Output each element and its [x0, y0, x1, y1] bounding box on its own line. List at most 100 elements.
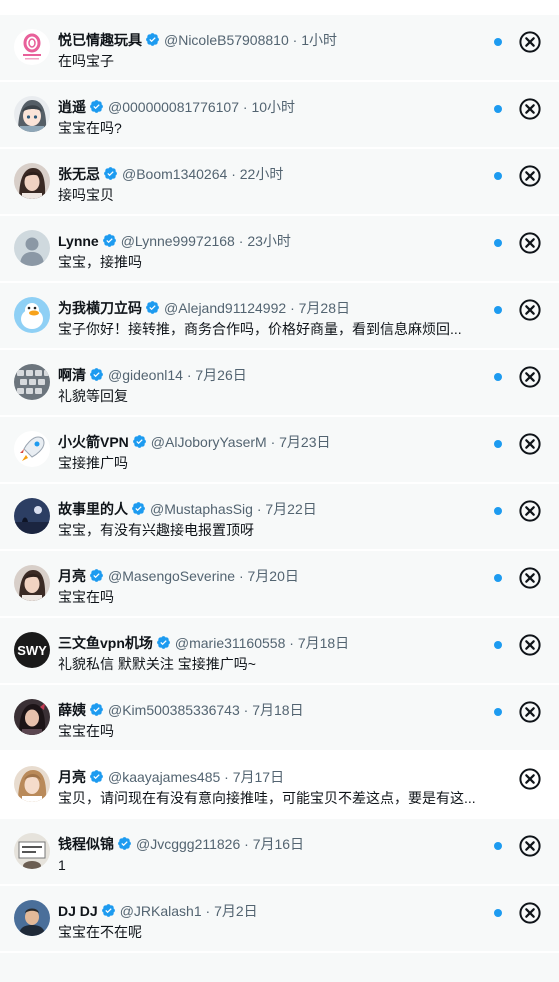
dismiss-button[interactable] [519, 835, 541, 857]
separator-dot: · [289, 635, 294, 651]
unread-indicator-icon [494, 239, 502, 247]
sender-handle: @Alejand91124992 [164, 300, 287, 316]
sender-handle: @000000081776107 [108, 99, 240, 115]
message-time: 7月2日 [214, 903, 258, 919]
message-time: 7月18日 [252, 702, 304, 718]
conversation-row[interactable]: DJ DJ @JRKalash1 · 7月2日 宝宝在不在呢 [0, 886, 559, 953]
separator-dot: · [224, 769, 229, 785]
avatar[interactable] [14, 498, 50, 534]
sender-line: 薛姨 @Kim500385336743 · 7月18日 [58, 700, 479, 720]
unread-indicator-icon [494, 641, 502, 649]
dismiss-button[interactable] [519, 567, 541, 589]
close-icon [519, 232, 541, 254]
sender-name[interactable]: Lynne [58, 233, 99, 249]
avatar[interactable] [14, 565, 50, 601]
separator-dot: · [186, 367, 192, 383]
dismiss-button[interactable] [519, 768, 541, 790]
avatar[interactable] [14, 96, 50, 132]
sender-name[interactable]: 为我横刀立码 [58, 300, 142, 316]
sender-line: DJ DJ @JRKalash1 · 7月2日 [58, 901, 479, 921]
message-time: 1小时 [301, 32, 337, 48]
conversation-row[interactable]: 逍遥 @000000081776107 · 10小时 宝宝在吗? [0, 82, 559, 149]
avatar[interactable] [14, 900, 50, 936]
dismiss-button[interactable] [519, 98, 541, 120]
sender-name[interactable]: 钱程似锦 [58, 836, 114, 852]
conversation-row[interactable]: 张无忌 @Boom1340264 · 22小时 接吗宝贝 [0, 149, 559, 216]
dismiss-button[interactable] [519, 366, 541, 388]
message-preview: 宝宝在吗? [58, 120, 122, 136]
unread-indicator-icon [494, 105, 502, 113]
sender-handle: @Boom1340264 [122, 166, 228, 182]
message-preview: 宝宝在不在呢 [58, 924, 142, 940]
dismiss-button[interactable] [519, 701, 541, 723]
conversation-row[interactable]: 故事里的人 @MustaphasSig · 7月22日 宝宝，有没有兴趣接电报置… [0, 484, 559, 551]
conversation-row[interactable]: 啊清 @gideonl14 · 7月26日 礼貌等回复 [0, 350, 559, 417]
conversation-row[interactable]: 钱程似锦 @Jvcggg211826 · 7月16日 1 [0, 819, 559, 886]
conversation-row[interactable]: 小火箭VPN @AlJoboryYaserM · 7月23日 宝接推广吗 [0, 417, 559, 484]
avatar[interactable] [14, 833, 50, 869]
dismiss-button[interactable] [519, 232, 541, 254]
sender-name[interactable]: 薛姨 [58, 702, 86, 718]
separator-dot: · [238, 568, 244, 584]
separator-dot: · [256, 501, 262, 517]
message-preview: 礼貌等回复 [58, 388, 128, 404]
conversation-row[interactable]: 悦已情趣玩具 @NicoleB57908810 · 1小时 在吗宝子 [0, 15, 559, 82]
message-preview: 宝宝在吗 [58, 723, 114, 739]
dismiss-button[interactable] [519, 299, 541, 321]
close-icon [519, 31, 541, 53]
sender-line: 故事里的人 @MustaphasSig · 7月22日 [58, 499, 479, 519]
sender-name[interactable]: 月亮 [58, 769, 86, 785]
dismiss-button[interactable] [519, 165, 541, 187]
avatar[interactable]: SWY [14, 632, 50, 668]
conversation-row[interactable]: Lynne @Lynne99972168 · 23小时 宝宝，接推吗 [0, 216, 559, 283]
close-icon [519, 165, 541, 187]
conversation-row[interactable]: 月亮 @MasengoSeverine · 7月20日 宝宝在吗 [0, 551, 559, 618]
conversation-row[interactable]: 为我横刀立码 @Alejand91124992 · 7月28日 宝子你好！接转推… [0, 283, 559, 350]
avatar[interactable] [14, 230, 50, 266]
message-time: 22小时 [239, 166, 284, 182]
verified-badge-icon [89, 367, 104, 382]
separator-dot: · [270, 434, 276, 450]
avatar[interactable] [14, 766, 50, 802]
sender-name[interactable]: DJ DJ [58, 903, 98, 919]
sender-line: 钱程似锦 @Jvcggg211826 · 7月16日 [58, 834, 479, 854]
sender-name[interactable]: 张无忌 [58, 166, 100, 182]
sender-line: 张无忌 @Boom1340264 · 22小时 [58, 164, 479, 184]
message-time: 7月22日 [265, 501, 317, 517]
conversation-row[interactable]: 月亮 @kaayajames485 · 7月17日 宝贝，请问现在有没有意向接推… [0, 752, 559, 819]
sender-name[interactable]: 啊清 [58, 367, 86, 383]
sender-handle: @Lynne99972168 [120, 233, 235, 249]
avatar[interactable] [14, 699, 50, 735]
sender-name[interactable]: 故事里的人 [58, 501, 128, 517]
close-icon [519, 500, 541, 522]
conversation-row[interactable]: 薛姨 @Kim500385336743 · 7月18日 宝宝在吗 [0, 685, 559, 752]
avatar[interactable] [14, 163, 50, 199]
message-preview: 1 [58, 857, 66, 873]
message-time: 10小时 [251, 99, 296, 115]
sender-handle: @marie31160558 [174, 635, 286, 651]
dismiss-button[interactable] [519, 433, 541, 455]
avatar[interactable] [14, 431, 50, 467]
avatar[interactable] [14, 297, 50, 333]
sender-line: 三文鱼vpn机场 @marie31160558 · 7月18日 [58, 633, 479, 653]
verified-badge-icon [145, 300, 160, 315]
message-time: 7月20日 [247, 568, 299, 584]
avatar[interactable] [14, 364, 50, 400]
verified-badge-icon [101, 903, 116, 918]
dismiss-button[interactable] [519, 902, 541, 924]
sender-name[interactable]: 三文鱼vpn机场 [58, 635, 153, 651]
close-icon [519, 902, 541, 924]
sender-name[interactable]: 逍遥 [58, 99, 86, 115]
dismiss-button[interactable] [519, 31, 541, 53]
sender-name[interactable]: 月亮 [58, 568, 86, 584]
sender-name[interactable]: 小火箭VPN [58, 434, 129, 450]
message-preview: 宝贝，请问现在有没有意向接推哇，可能宝贝不差这点，要是有这... [58, 790, 476, 806]
dismiss-button[interactable] [519, 634, 541, 656]
sender-name[interactable]: 悦已情趣玩具 [58, 32, 142, 48]
dismiss-button[interactable] [519, 500, 541, 522]
conversation-row[interactable]: SWY 三文鱼vpn机场 @marie31160558 · 7月18日 礼貌私信… [0, 618, 559, 685]
close-icon [519, 634, 541, 656]
sender-line: 啊清 @gideonl14 · 7月26日 [58, 365, 479, 385]
verified-badge-icon [145, 32, 160, 47]
avatar[interactable] [14, 29, 50, 65]
